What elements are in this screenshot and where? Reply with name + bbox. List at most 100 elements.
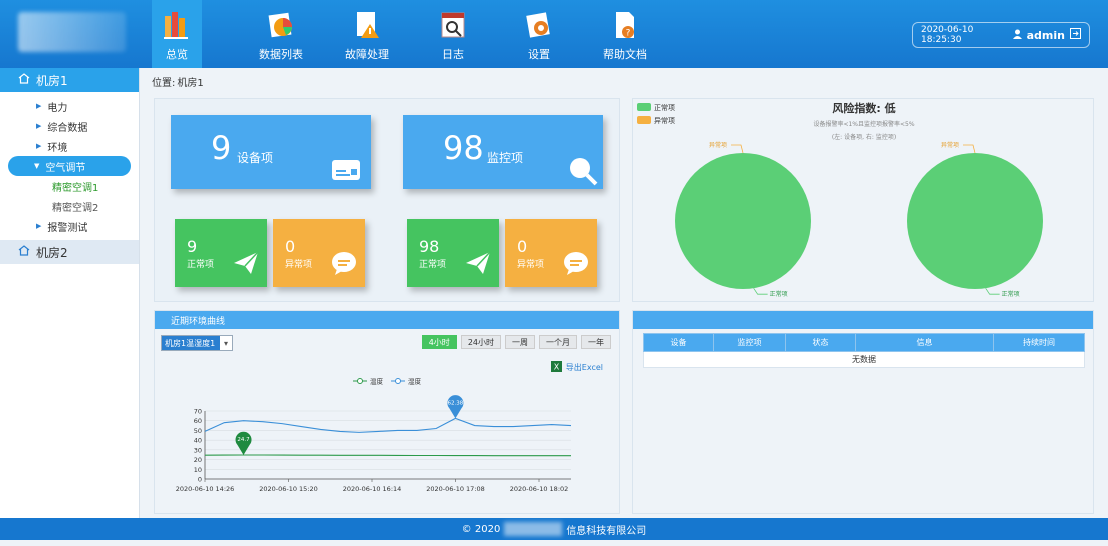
expand-arrow-icon: ▶ xyxy=(36,222,42,230)
monitor-abnormal-card[interactable]: 0 异常项 xyxy=(505,219,597,287)
legend-marker-0 xyxy=(357,378,363,384)
nav-fault-handling[interactable]: 故障处理 xyxy=(324,0,410,68)
risk-rule: 设备报警率<1%且监控项报警率<5% xyxy=(813,120,914,128)
paper-plane-icon xyxy=(465,251,491,278)
pie-label-normal: 正常项 xyxy=(1002,290,1020,298)
room-label: 机房2 xyxy=(36,245,68,260)
books-icon xyxy=(162,8,192,42)
col-device[interactable]: 设备 xyxy=(643,333,714,352)
nav-label: 帮助文档 xyxy=(603,48,647,61)
tree-sub-ac1[interactable]: 精密空调1 xyxy=(0,176,139,196)
tree-item-environment[interactable]: ▶ 环境 xyxy=(0,136,139,156)
table-row: 无数据 xyxy=(643,351,1085,368)
copyright: © 2020 xyxy=(461,523,501,535)
range-4h-button[interactable]: 4小时 xyxy=(421,335,457,349)
legend-abnormal-label[interactable]: 异常项 xyxy=(654,116,675,125)
nav-overview[interactable]: 总览 xyxy=(152,0,202,68)
range-24h-button[interactable]: 24小时 xyxy=(460,335,501,349)
nav-label: 总览 xyxy=(166,48,188,61)
risk-panel: 正常项 异常项 风险指数: 低 设备报警率<1%且监控项报警率<5% (左: 设… xyxy=(632,98,1094,302)
pie-slice-monitor-0 xyxy=(907,153,1043,289)
tree-item-power[interactable]: ▶ 电力 xyxy=(0,96,139,116)
legend-label-1: 湿度 xyxy=(408,377,422,386)
alarm-panel: 设备 监控项 状态 信息 持续时间 无数据 xyxy=(632,310,1094,514)
trend-panel-title: 近期环境曲线 xyxy=(155,311,619,329)
nav-data-list[interactable]: 数据列表 xyxy=(238,0,324,68)
alarm-panel-title xyxy=(633,311,1093,329)
marker-label-1: 62.38 xyxy=(448,400,464,406)
y-tick-label: 40 xyxy=(194,437,202,445)
device-abnormal-card[interactable]: 0 异常项 xyxy=(273,219,365,287)
col-status[interactable]: 状态 xyxy=(785,333,856,352)
range-buttons: 4小时 24小时 一周 一个月 一年 xyxy=(421,335,611,349)
legend-normal-swatch xyxy=(637,103,651,111)
monitor-normal-count: 98 xyxy=(419,237,440,256)
id-card-icon xyxy=(331,159,361,184)
datetime: 2020-06-10 18:25:30 xyxy=(921,25,974,45)
alarm-table: 设备 监控项 状态 信息 持续时间 无数据 xyxy=(643,333,1085,368)
device-abnormal-count: 0 xyxy=(285,237,296,256)
chevron-down-icon: ▾ xyxy=(220,336,232,350)
device-count-card[interactable]: 9 设备项 xyxy=(171,115,371,189)
tree-item-alarm-test[interactable]: ▶ 报警测试 xyxy=(0,216,139,236)
pie-leader-normal xyxy=(985,287,1000,295)
tree-sub-ac2[interactable]: 精密空调2 xyxy=(0,196,139,216)
pie-label-abnormal: 异常项 xyxy=(709,141,727,149)
y-tick-label: 60 xyxy=(194,417,202,425)
company-name-blur xyxy=(504,522,563,536)
marker-label-0: 24.7 xyxy=(237,437,250,443)
user-icon xyxy=(1012,29,1022,42)
tree-item-composite[interactable]: ▶ 综合数据 xyxy=(0,116,139,136)
nav-help-docs[interactable]: ? 帮助文档 xyxy=(582,0,668,68)
pie-chart-icon xyxy=(266,8,296,42)
monitor-count-card[interactable]: 98 监控项 xyxy=(403,115,603,189)
chat-bubble-icon xyxy=(563,251,589,278)
nav-log[interactable]: 日志 xyxy=(410,0,496,68)
tree-item-air-conditioning[interactable]: ▼ 空气调节 xyxy=(8,156,131,176)
abnormal-label: 异常项 xyxy=(517,260,545,270)
y-tick-label: 0 xyxy=(198,476,202,484)
sensor-select[interactable]: 机房1温湿度1 ▾ xyxy=(161,335,233,351)
col-monitor[interactable]: 监控项 xyxy=(713,333,786,352)
svg-text:?: ? xyxy=(626,29,631,39)
monitor-normal-card[interactable]: 98 正常项 xyxy=(407,219,499,287)
chat-bubble-icon xyxy=(331,251,357,278)
device-label: 设备项 xyxy=(237,151,274,165)
y-tick-label: 30 xyxy=(194,446,202,454)
logo xyxy=(18,12,126,52)
range-year-button[interactable]: 一年 xyxy=(581,335,611,349)
magnifier-icon xyxy=(567,155,599,190)
device-normal-card[interactable]: 9 正常项 xyxy=(175,219,267,287)
pie-label-abnormal: 异常项 xyxy=(941,141,959,149)
y-tick-label: 20 xyxy=(194,456,202,464)
home-icon xyxy=(18,73,30,87)
legend-marker-1 xyxy=(395,378,401,384)
monitor-abnormal-count: 0 xyxy=(517,237,528,256)
series-line-0 xyxy=(204,454,571,457)
room-label: 机房1 xyxy=(36,73,68,88)
summary-panel: 9 设备项 98 监控项 9 正常项 0 异常项 98 正常项 0 异常项 xyxy=(154,98,620,302)
monitor-count: 98 xyxy=(443,129,484,167)
risk-note: (左: 设备项, 右: 监控项) xyxy=(832,133,896,141)
device-tree: ▶ 电力 ▶ 综合数据 ▶ 环境 ▼ 空气调节 精密空调1 精密空调2 ▶ 报警测试 xyxy=(0,92,139,240)
legend-label-0: 温度 xyxy=(370,377,384,386)
sidebar-room1[interactable]: 机房1 xyxy=(0,68,139,92)
pie-leader-normal xyxy=(753,287,768,295)
x-tick-label: 2020-06-10 14:26 xyxy=(176,485,235,493)
pie-leader-abnormal xyxy=(963,144,976,154)
device-count: 9 xyxy=(211,129,232,167)
range-month-button[interactable]: 一个月 xyxy=(539,335,577,349)
x-tick-label: 2020-06-10 15:20 xyxy=(259,485,318,493)
logout-icon[interactable] xyxy=(1070,28,1081,42)
footer: © 2020 信息科技有限公司 xyxy=(0,518,1108,540)
sidebar-room2[interactable]: 机房2 xyxy=(0,240,139,264)
col-duration[interactable]: 持续时间 xyxy=(993,333,1085,352)
nav-settings[interactable]: 设置 xyxy=(496,0,582,68)
range-week-button[interactable]: 一周 xyxy=(505,335,535,349)
col-info[interactable]: 信息 xyxy=(855,333,994,352)
risk-pie-charts: 正常项 异常项 风险指数: 低 设备报警率<1%且监控项报警率<5% (左: 设… xyxy=(637,101,1043,298)
username[interactable]: admin xyxy=(1027,29,1065,42)
abnormal-label: 异常项 xyxy=(285,260,313,270)
expand-arrow-icon: ▶ xyxy=(36,102,42,110)
legend-normal-label[interactable]: 正常项 xyxy=(654,103,675,112)
